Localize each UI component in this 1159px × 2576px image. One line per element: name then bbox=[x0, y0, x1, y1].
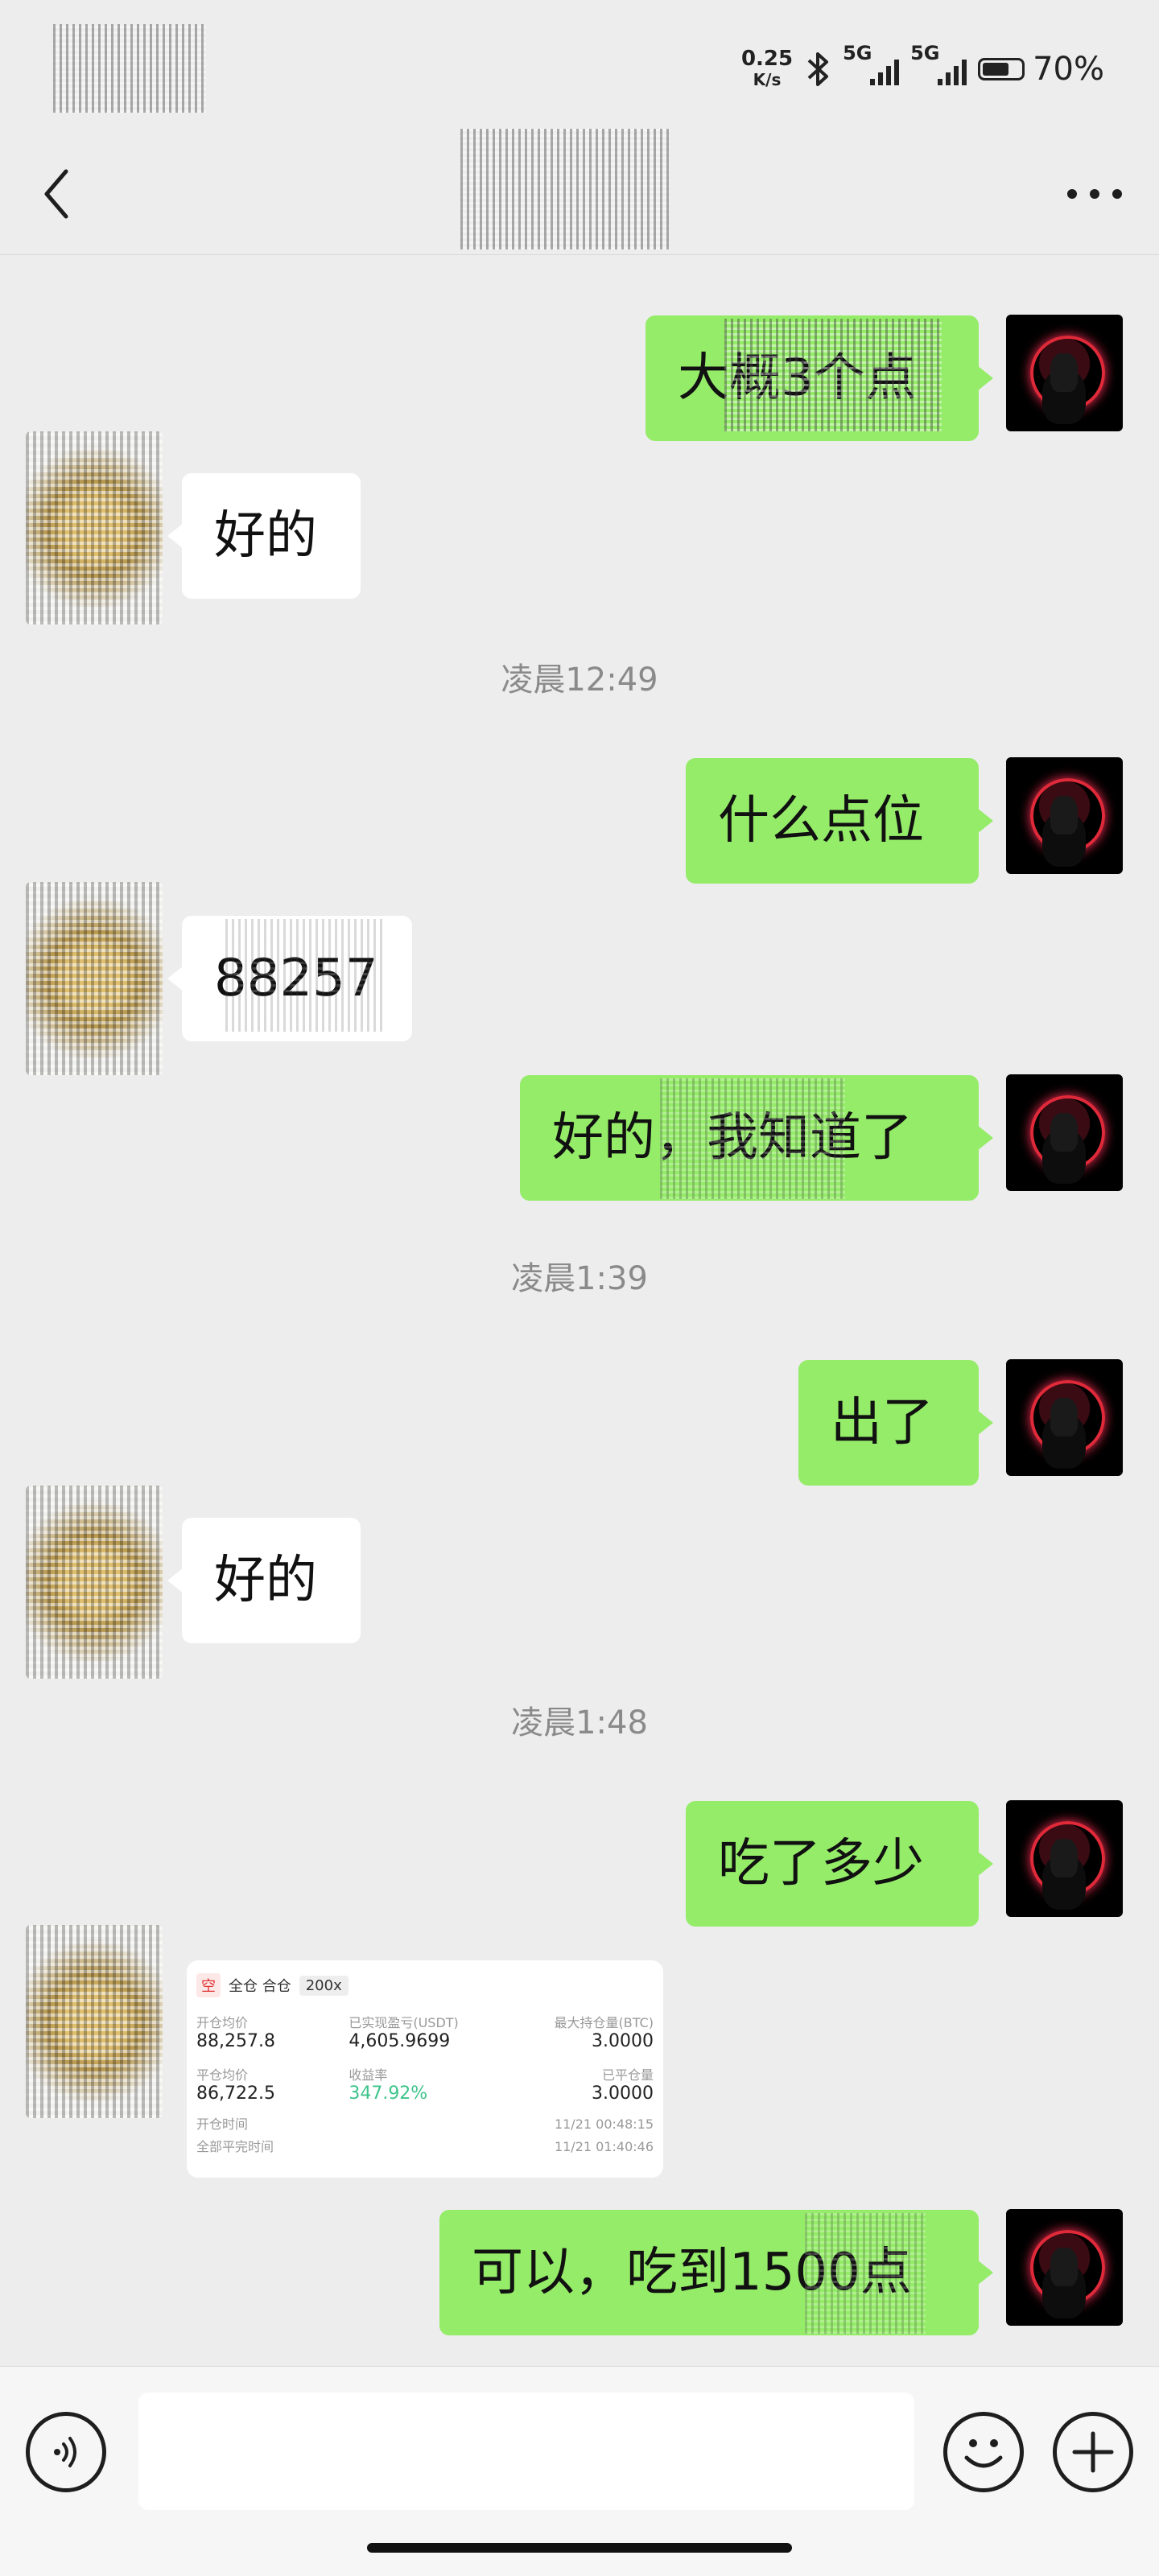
redacted-text bbox=[724, 319, 942, 431]
timestamp: 凌晨12:49 bbox=[501, 662, 658, 699]
chat-area[interactable]: 大概3个点 好的 凌晨12:49 什么点位 88257 好的，我知道了 凌晨1:… bbox=[0, 254, 1159, 2363]
message-input[interactable] bbox=[138, 2393, 914, 2510]
battery-level: 70% bbox=[1033, 51, 1104, 88]
open-price-label: 开仓均价 bbox=[196, 2015, 249, 2030]
message-bubble-outgoing[interactable]: 什么点位 bbox=[686, 758, 993, 884]
timestamp: 凌晨1:39 bbox=[511, 1260, 648, 1297]
avatar[interactable] bbox=[1006, 1359, 1123, 1476]
voice-input-button[interactable] bbox=[26, 2412, 106, 2492]
avatar[interactable] bbox=[1006, 1800, 1123, 1917]
leverage-badge: 200x bbox=[299, 1975, 349, 1996]
battery-icon bbox=[978, 58, 1025, 80]
avatar[interactable] bbox=[1006, 1074, 1123, 1191]
redacted-carrier bbox=[53, 24, 206, 113]
chevron-left-icon bbox=[44, 169, 68, 219]
redacted-text bbox=[660, 1078, 845, 1199]
roi-value: 347.92% bbox=[349, 2083, 428, 2104]
redacted-contact-name bbox=[460, 129, 670, 249]
back-button[interactable] bbox=[32, 158, 80, 230]
realized-pnl-label: 已实现盈亏(USDT) bbox=[349, 2015, 459, 2030]
margin-mode: 全仓 合仓 bbox=[229, 1978, 291, 1995]
message-bubble-outgoing[interactable]: 出了 bbox=[798, 1360, 993, 1486]
avatar[interactable] bbox=[26, 882, 163, 1075]
close-price-value: 86,722.5 bbox=[196, 2083, 275, 2104]
signal-strength-2: 5G bbox=[910, 42, 967, 85]
battery-indicator: 70% bbox=[978, 51, 1104, 88]
open-price-value: 88,257.8 bbox=[196, 2031, 275, 2051]
timestamp: 凌晨1:48 bbox=[511, 1704, 648, 1741]
close-time-value: 11/21 01:40:46 bbox=[554, 2139, 654, 2154]
status-bar: 0.25 K/s 5G 5G 70% bbox=[0, 0, 1159, 129]
ellipsis-icon bbox=[1067, 189, 1122, 199]
avatar[interactable] bbox=[1006, 315, 1123, 431]
close-time-label: 全部平完时间 bbox=[196, 2139, 274, 2154]
message-bubble-incoming[interactable]: 好的 bbox=[167, 1518, 361, 1643]
voice-icon bbox=[54, 2437, 76, 2467]
signal-strength-1: 5G bbox=[843, 42, 900, 85]
emoji-icon bbox=[964, 2439, 1003, 2468]
bluetooth-icon bbox=[807, 52, 829, 86]
avatar[interactable] bbox=[26, 431, 163, 624]
closed-qty-value: 3.0000 bbox=[592, 2083, 654, 2104]
close-price-label: 平仓均价 bbox=[196, 2067, 249, 2083]
message-bubble-incoming[interactable]: 好的 bbox=[167, 473, 361, 599]
redacted-text bbox=[225, 919, 386, 1032]
roi-label: 收益率 bbox=[349, 2067, 388, 2083]
nav-bar bbox=[0, 129, 1159, 255]
emoji-button[interactable] bbox=[943, 2412, 1024, 2492]
realized-pnl-value: 4,605.9699 bbox=[349, 2031, 451, 2051]
redacted-text bbox=[805, 2213, 926, 2334]
trade-record-image[interactable]: 空 全仓 合仓 200x 开仓均价 88,257.8 已实现盈亏(USDT) 4… bbox=[187, 1960, 663, 2178]
position-side-badge: 空 bbox=[196, 1973, 221, 1997]
more-options-button[interactable] bbox=[1062, 158, 1127, 230]
avatar[interactable] bbox=[26, 1486, 163, 1679]
network-speed: 0.25 K/s bbox=[740, 47, 794, 89]
plus-icon bbox=[1072, 2431, 1114, 2473]
home-indicator[interactable] bbox=[367, 2543, 792, 2553]
more-functions-button[interactable] bbox=[1053, 2412, 1133, 2492]
open-time-label: 开仓时间 bbox=[196, 2116, 249, 2132]
avatar[interactable] bbox=[1006, 757, 1123, 874]
max-position-label: 最大持仓量(BTC) bbox=[554, 2015, 654, 2030]
message-bubble-outgoing[interactable]: 吃了多少 bbox=[686, 1801, 993, 1927]
closed-qty-label: 已平仓量 bbox=[601, 2067, 654, 2083]
avatar[interactable] bbox=[1006, 2209, 1123, 2326]
max-position-value: 3.0000 bbox=[592, 2031, 654, 2051]
open-time-value: 11/21 00:48:15 bbox=[554, 2116, 654, 2132]
avatar[interactable] bbox=[26, 1925, 163, 2118]
